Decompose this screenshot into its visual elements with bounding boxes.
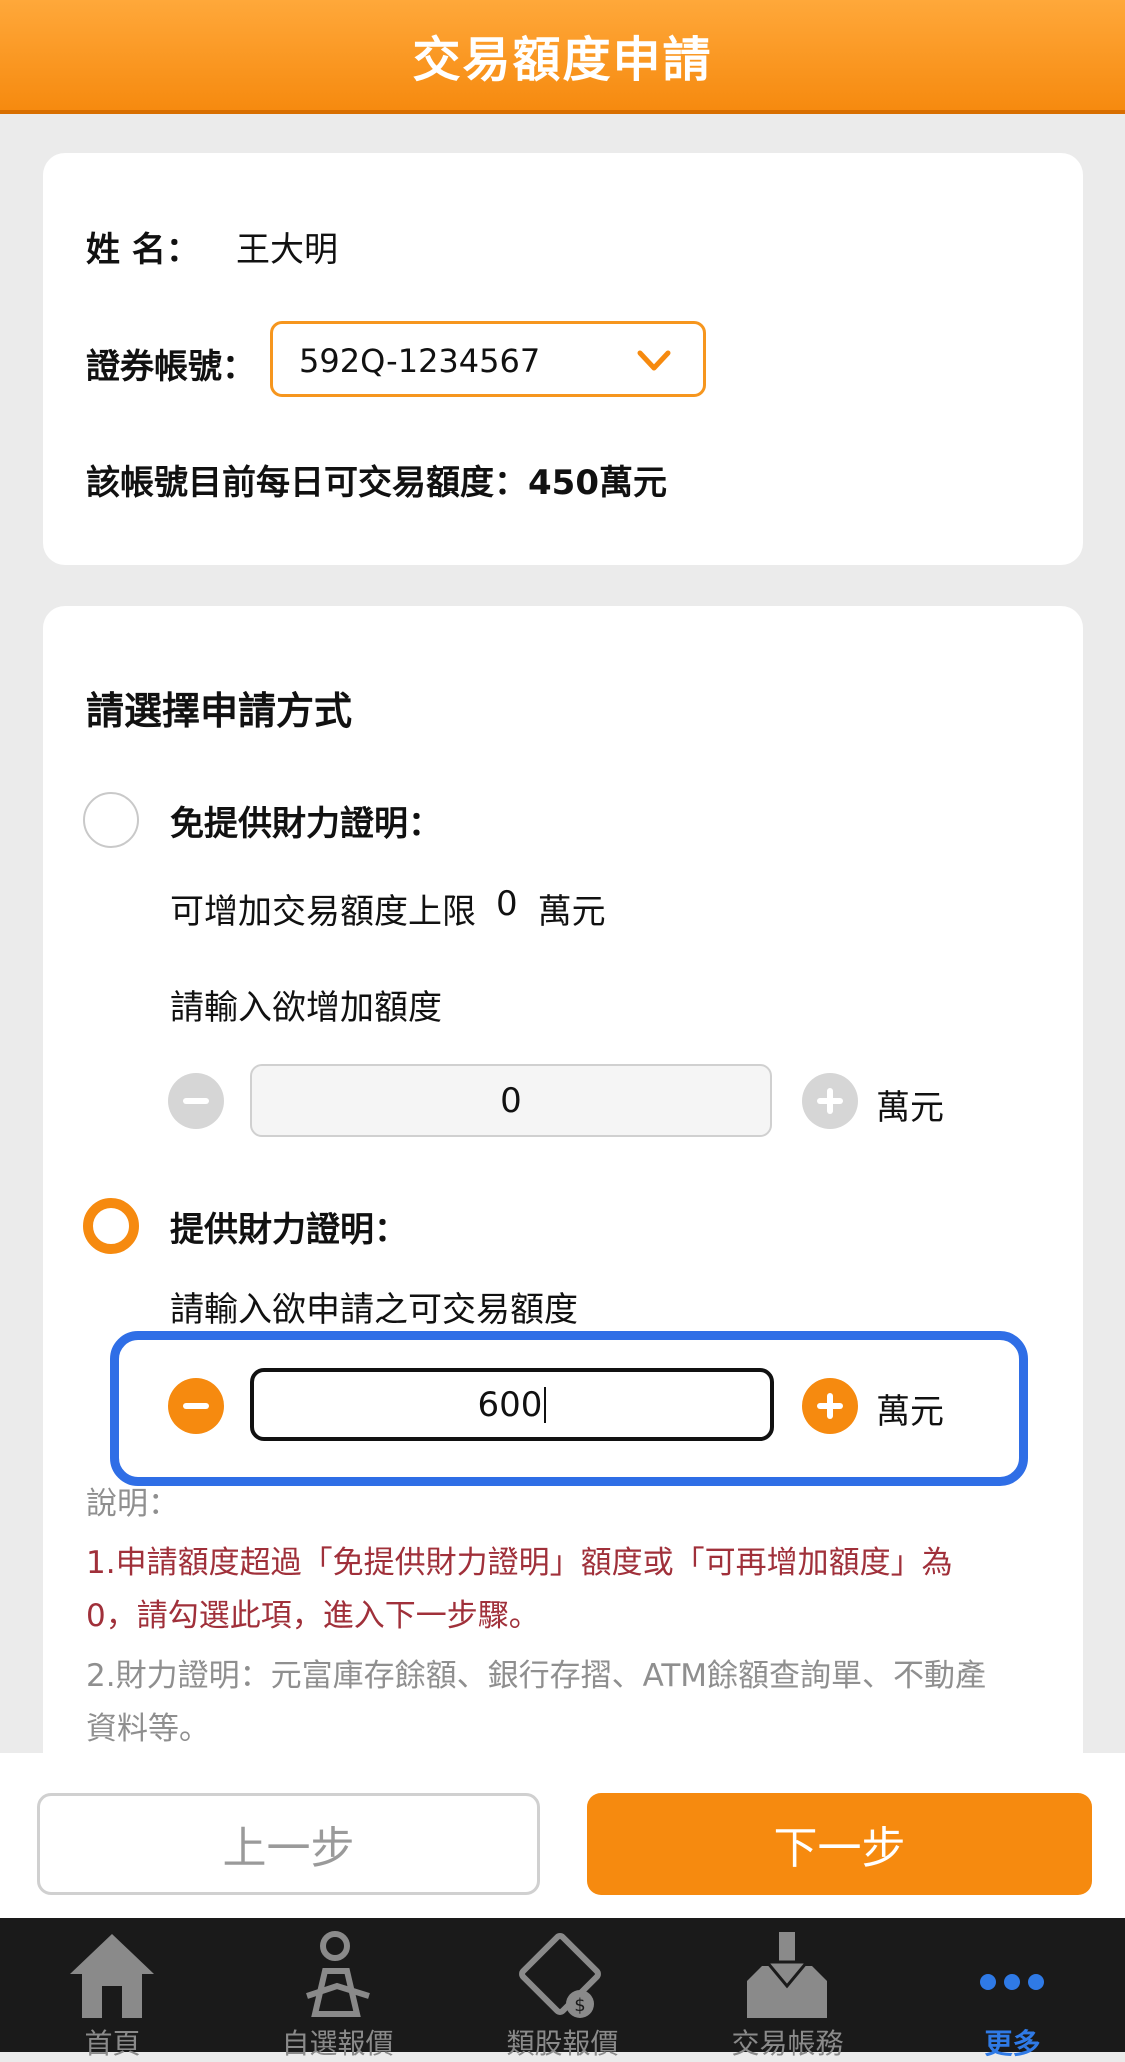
- radio-no-proof[interactable]: [83, 792, 139, 848]
- svg-text:$: $: [574, 1995, 585, 2016]
- limit-value: 0: [496, 884, 518, 924]
- text-caret: [544, 1386, 547, 1423]
- page-header: 交易額度申請: [0, 0, 1125, 114]
- tab-trade-account-label: 交易帳務: [731, 2027, 844, 2060]
- name-value: 王大明: [236, 230, 338, 270]
- apply-amount-value: 600: [477, 1384, 543, 1425]
- tab-watchlist[interactable]: 自選報價: [225, 1918, 450, 2060]
- account-select-value: 592Q-1234567: [299, 342, 541, 380]
- sector-quote-icon: $: [519, 1933, 601, 2018]
- minus-icon: [183, 1098, 209, 1104]
- decrease-button-disabled[interactable]: [168, 1073, 224, 1129]
- section-title: 請選擇申請方式: [86, 689, 353, 733]
- notes-title: 說明：: [86, 1486, 179, 1522]
- account-label: 證券帳號：: [86, 347, 256, 387]
- no-proof-unit: 萬元: [876, 1088, 944, 1128]
- account-select[interactable]: 592Q-1234567: [270, 321, 706, 397]
- plus-icon: [817, 1393, 843, 1419]
- option-no-proof-limit: 可增加交易額度上限 0 萬元: [170, 884, 606, 933]
- next-step-button[interactable]: 下一步: [587, 1793, 1092, 1895]
- trade-account-icon: [747, 1932, 827, 2018]
- option-with-proof-label: 提供財力證明：: [170, 1210, 408, 1250]
- bottom-tab-bar: 首頁 自選報價 $ 類股報價 交易帳務 更多: [0, 1918, 1125, 2060]
- tab-more-label: 更多: [984, 2027, 1041, 2060]
- tab-more[interactable]: 更多: [900, 1918, 1125, 2060]
- no-proof-amount-input[interactable]: 0: [250, 1064, 772, 1137]
- decrease-button[interactable]: [168, 1378, 224, 1434]
- note-line-2b: 資料等。: [86, 1711, 210, 1747]
- limit-unit: 萬元: [537, 892, 606, 932]
- increase-button[interactable]: [802, 1378, 858, 1434]
- note-line-2a: 2.財力證明：元富庫存餘額、銀行存摺、ATM餘額查詢單、不動產: [86, 1658, 987, 1694]
- tab-home-label: 首頁: [84, 2027, 141, 2060]
- plus-icon: [817, 1088, 843, 1114]
- increase-button-disabled[interactable]: [802, 1073, 858, 1129]
- tab-sector-quote[interactable]: $ 類股報價: [450, 1918, 675, 2060]
- option-no-proof-prompt: 請輸入欲增加額度: [170, 988, 442, 1028]
- watchlist-person-icon: [306, 1931, 370, 2017]
- chevron-down-icon: [635, 342, 673, 384]
- prev-step-button[interactable]: 上一步: [37, 1793, 540, 1895]
- no-proof-amount-value: 0: [500, 1080, 522, 1121]
- option-no-proof-label: 免提供財力證明：: [170, 804, 442, 844]
- minus-icon: [183, 1403, 209, 1409]
- name-label: 姓 名：: [86, 230, 200, 270]
- home-icon: [70, 1934, 154, 2018]
- note-line-1b: 0，請勾選此項，進入下一步驟。: [86, 1598, 540, 1634]
- tab-sector-quote-label: 類股報價: [506, 2027, 619, 2060]
- tab-watchlist-label: 自選報價: [281, 2027, 394, 2060]
- apply-amount-input[interactable]: 600: [250, 1368, 774, 1441]
- note-line-1a: 1.申請額度超過「免提供財力證明」額度或「可再增加額度」為: [86, 1545, 953, 1581]
- radio-with-proof[interactable]: [83, 1198, 139, 1254]
- daily-quota-text: 該帳號目前每日可交易額度：450萬元: [86, 463, 667, 503]
- more-dots-icon: [980, 1974, 1044, 1990]
- option-with-proof-prompt: 請輸入欲申請之可交易額度: [170, 1290, 578, 1330]
- tab-trade-account[interactable]: 交易帳務: [675, 1918, 900, 2060]
- page-title: 交易額度申請: [412, 32, 713, 88]
- tab-home[interactable]: 首頁: [0, 1918, 225, 2060]
- with-proof-unit: 萬元: [876, 1392, 944, 1432]
- limit-prefix: 可增加交易額度上限: [170, 892, 476, 932]
